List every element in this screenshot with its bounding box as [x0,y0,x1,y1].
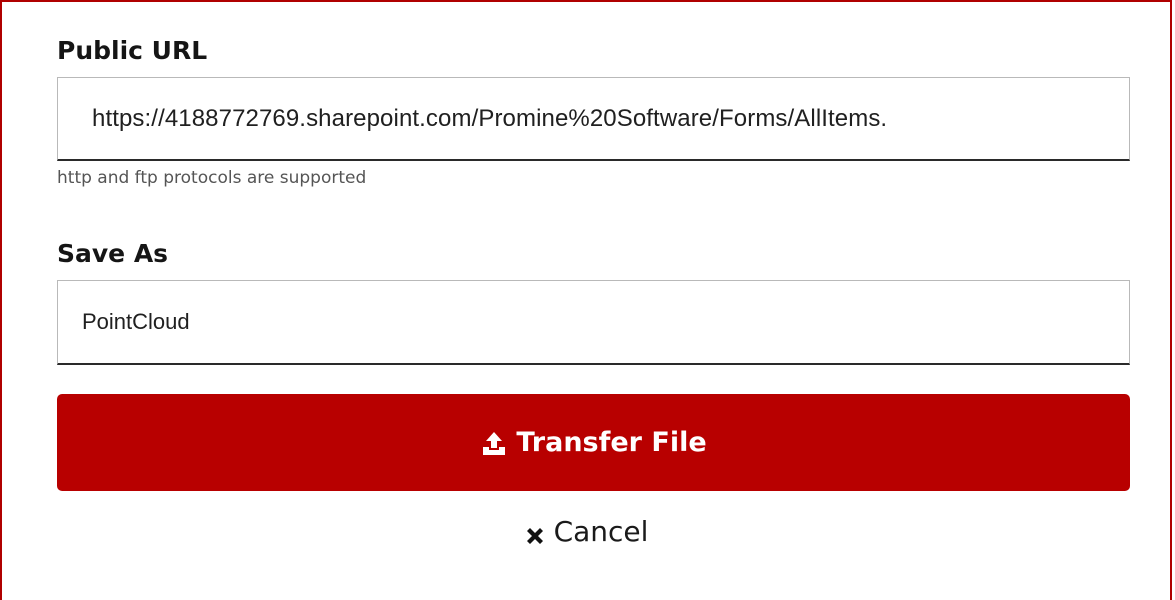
cancel-button[interactable]: Cancel [0,515,1172,548]
public-url-hint: http and ftp protocols are supported [57,168,367,188]
public-url-input[interactable]: https://4188772769.sharepoint.com/Promin… [57,77,1130,161]
cancel-label: Cancel [553,515,649,548]
save-as-value: PointCloud [82,309,190,334]
save-as-input[interactable]: PointCloud [57,280,1130,365]
close-icon [524,521,546,544]
transfer-file-button[interactable]: Transfer File [57,394,1130,491]
public-url-value: https://4188772769.sharepoint.com/Promin… [92,104,888,132]
save-as-label: Save As [57,239,169,268]
upload-icon [480,429,508,457]
public-url-label: Public URL [57,36,208,65]
transfer-file-label: Transfer File [516,427,707,458]
